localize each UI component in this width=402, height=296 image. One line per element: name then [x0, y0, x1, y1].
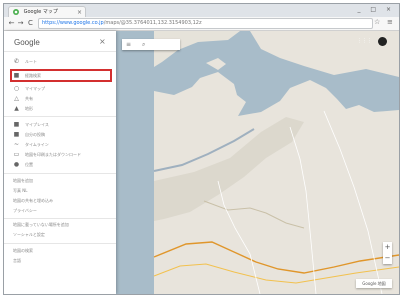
- sidebar-item-timeline[interactable]: ~ タイムライン: [4, 141, 116, 149]
- map-menu-icon[interactable]: ≡: [126, 39, 131, 50]
- location-icon: ●: [13, 161, 20, 168]
- bookmark-icon: ■: [13, 121, 20, 128]
- sidebar-divider: [4, 116, 116, 117]
- sidebar-item-share[interactable]: △ 共有: [4, 95, 116, 103]
- print-icon: ▭: [13, 151, 20, 158]
- sidebar-item-label: 自分の投稿: [25, 132, 45, 137]
- sidebar-divider: [4, 243, 116, 244]
- sidebar-divider: [4, 173, 116, 174]
- highlight-box: [10, 69, 112, 82]
- contributions-icon: ■: [13, 131, 20, 138]
- sidebar-divider: [4, 51, 116, 52]
- sidebar-close-icon[interactable]: ×: [99, 37, 106, 46]
- page-content: ≡ ⌕ ⋮⋮⋮ + − Google 地図 Google × ✆ ルート ■ 経路検…: [4, 31, 399, 294]
- pin-icon: ○: [13, 85, 20, 92]
- sidebar-item-label: 地図を印刷またはダウンロード: [25, 152, 81, 157]
- sidebar-item-myplaces[interactable]: ■ マイプレイス: [4, 121, 116, 129]
- sidebar-item-location[interactable]: ● 位置: [4, 161, 116, 169]
- sidebar-item-label: ルート: [25, 59, 37, 64]
- sidebar-item-mymaps[interactable]: ○ マイマップ: [4, 85, 116, 93]
- zoom-out-button[interactable]: −: [383, 253, 392, 264]
- share-icon: △: [14, 95, 19, 102]
- map-footer-label: Google 地図: [356, 279, 392, 288]
- google-logo: Google: [14, 38, 40, 47]
- tab-strip: Google マップ × _ □ ×: [4, 4, 399, 18]
- back-icon[interactable]: ←: [7, 18, 16, 28]
- sidebar-link[interactable]: 地図の検索: [13, 248, 33, 254]
- sidebar-item-route[interactable]: ✆ ルート: [4, 58, 116, 66]
- sidebar-link[interactable]: 地図に載っていない場所を追加: [13, 222, 69, 228]
- route-icon: ✆: [13, 58, 20, 65]
- sidebar-link[interactable]: 写真 NL: [13, 188, 28, 194]
- window-controls[interactable]: _ □ ×: [357, 6, 395, 13]
- sidebar-menu: Google × ✆ ルート ■ 経路検索 ○ マイマップ △ 共有 ▲ 地形 ■ マイプレ…: [4, 31, 116, 294]
- browser-toolbar: ← → C https://www.google.co.jp/maps/@35.…: [4, 17, 399, 31]
- sidebar-item-label: タイムライン: [25, 142, 49, 147]
- sidebar-item-label: 共有: [25, 96, 33, 101]
- map-search-icon[interactable]: ⌕: [142, 39, 145, 50]
- address-bar[interactable]: https://www.google.co.jp/maps/@35.376401…: [38, 18, 373, 29]
- zoom-control: + −: [383, 242, 392, 264]
- apps-icon[interactable]: ⋮⋮⋮: [357, 38, 372, 44]
- avatar[interactable]: [378, 37, 387, 46]
- sidebar-link[interactable]: 地図の共有と埋め込み: [13, 198, 53, 204]
- sidebar-link[interactable]: 言語: [13, 258, 21, 264]
- forward-icon[interactable]: →: [16, 18, 25, 28]
- sidebar-item-terrain[interactable]: ▲ 地形: [4, 105, 116, 113]
- star-icon[interactable]: ☆: [374, 18, 380, 26]
- terrain-icon: ▲: [14, 105, 19, 112]
- sidebar-item-label: 位置: [25, 162, 33, 167]
- maps-favicon-icon: [13, 8, 19, 15]
- sidebar-link[interactable]: プライバシー: [13, 208, 37, 214]
- url-host: https://www.google.co.jp: [42, 20, 104, 26]
- sidebar-link[interactable]: 地図を追加: [13, 178, 33, 184]
- tab-title: Google マップ: [23, 9, 58, 15]
- sidebar-item-print[interactable]: ▭ 地図を印刷またはダウンロード: [4, 151, 116, 159]
- sidebar-link[interactable]: ソーシャルと設定: [13, 232, 45, 238]
- reload-icon[interactable]: C: [26, 18, 35, 28]
- menu-icon[interactable]: ≡: [387, 18, 393, 26]
- browser-window: Google マップ × _ □ × ← → C https://www.goo…: [3, 3, 400, 295]
- timeline-icon: ~: [13, 141, 20, 148]
- url-path: /maps/@35.3764011,132.3154903,12z: [103, 20, 202, 26]
- sidebar-divider: [4, 218, 116, 219]
- sidebar-item-contributions[interactable]: ■ 自分の投稿: [4, 131, 116, 139]
- zoom-in-button[interactable]: +: [383, 242, 392, 253]
- map-search-box[interactable]: ≡ ⌕: [122, 39, 180, 50]
- sidebar-item-label: マイマップ: [25, 86, 45, 91]
- sidebar-item-label: 地形: [25, 106, 33, 111]
- sidebar-item-label: マイプレイス: [25, 122, 49, 127]
